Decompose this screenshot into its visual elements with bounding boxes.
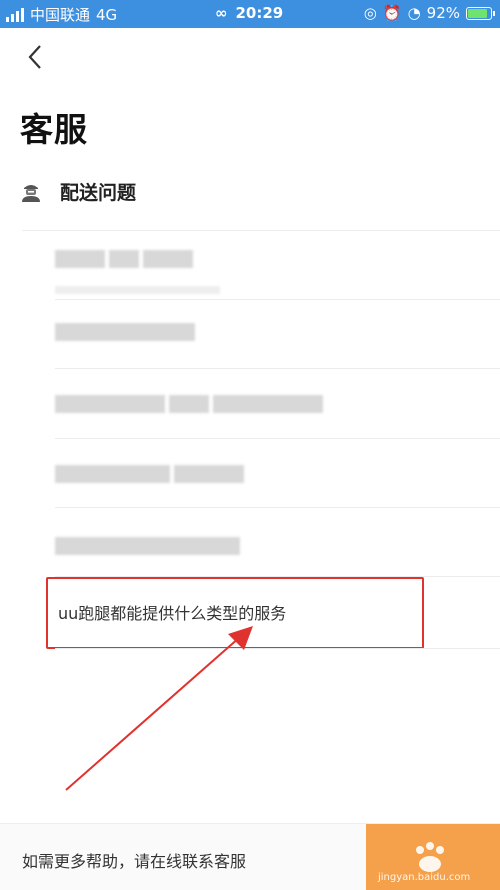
status-bar: 中国联通 4G ∞ 20:29 ◎ ⏰ ◔ 92% — [0, 0, 500, 28]
list-item-highlighted[interactable]: uu跑腿都能提供什么类型的服务 — [58, 600, 286, 624]
headphones-icon: ◔ — [407, 4, 421, 22]
courier-icon — [22, 184, 40, 202]
signal-icon — [6, 7, 24, 22]
list-divider — [55, 438, 500, 439]
battery-percent: 92% — [426, 4, 460, 22]
status-time: 20:29 — [235, 4, 284, 22]
list-item[interactable] — [55, 395, 323, 415]
carrier-name: 中国联通 — [30, 6, 91, 24]
list-item[interactable] — [55, 465, 244, 485]
list-divider — [55, 368, 500, 369]
chevron-left-icon — [28, 45, 41, 69]
list-divider — [55, 507, 500, 508]
list-item[interactable] — [55, 537, 240, 557]
back-button[interactable] — [24, 42, 48, 72]
list-divider — [55, 299, 500, 300]
list-item[interactable] — [55, 250, 193, 270]
help-text: 如需更多帮助，请在线联系客服 — [22, 852, 247, 871]
network-type: 4G — [96, 5, 118, 24]
section-label: 配送问题 — [60, 182, 137, 204]
section-header: 配送问题 — [20, 178, 136, 205]
list-item-blur-line — [55, 286, 220, 296]
list-item[interactable] — [55, 323, 195, 343]
list-divider — [22, 230, 500, 231]
battery-icon — [466, 6, 495, 20]
page-title: 客服 — [20, 110, 88, 149]
watermark: jingyan.baidu.com — [378, 872, 471, 883]
list-divider — [55, 648, 500, 649]
baidu-logo-icon — [416, 842, 444, 872]
target-icon: ◎ — [363, 4, 377, 22]
link-icon: ∞ — [215, 4, 228, 22]
alarm-icon: ⏰ — [382, 4, 402, 22]
